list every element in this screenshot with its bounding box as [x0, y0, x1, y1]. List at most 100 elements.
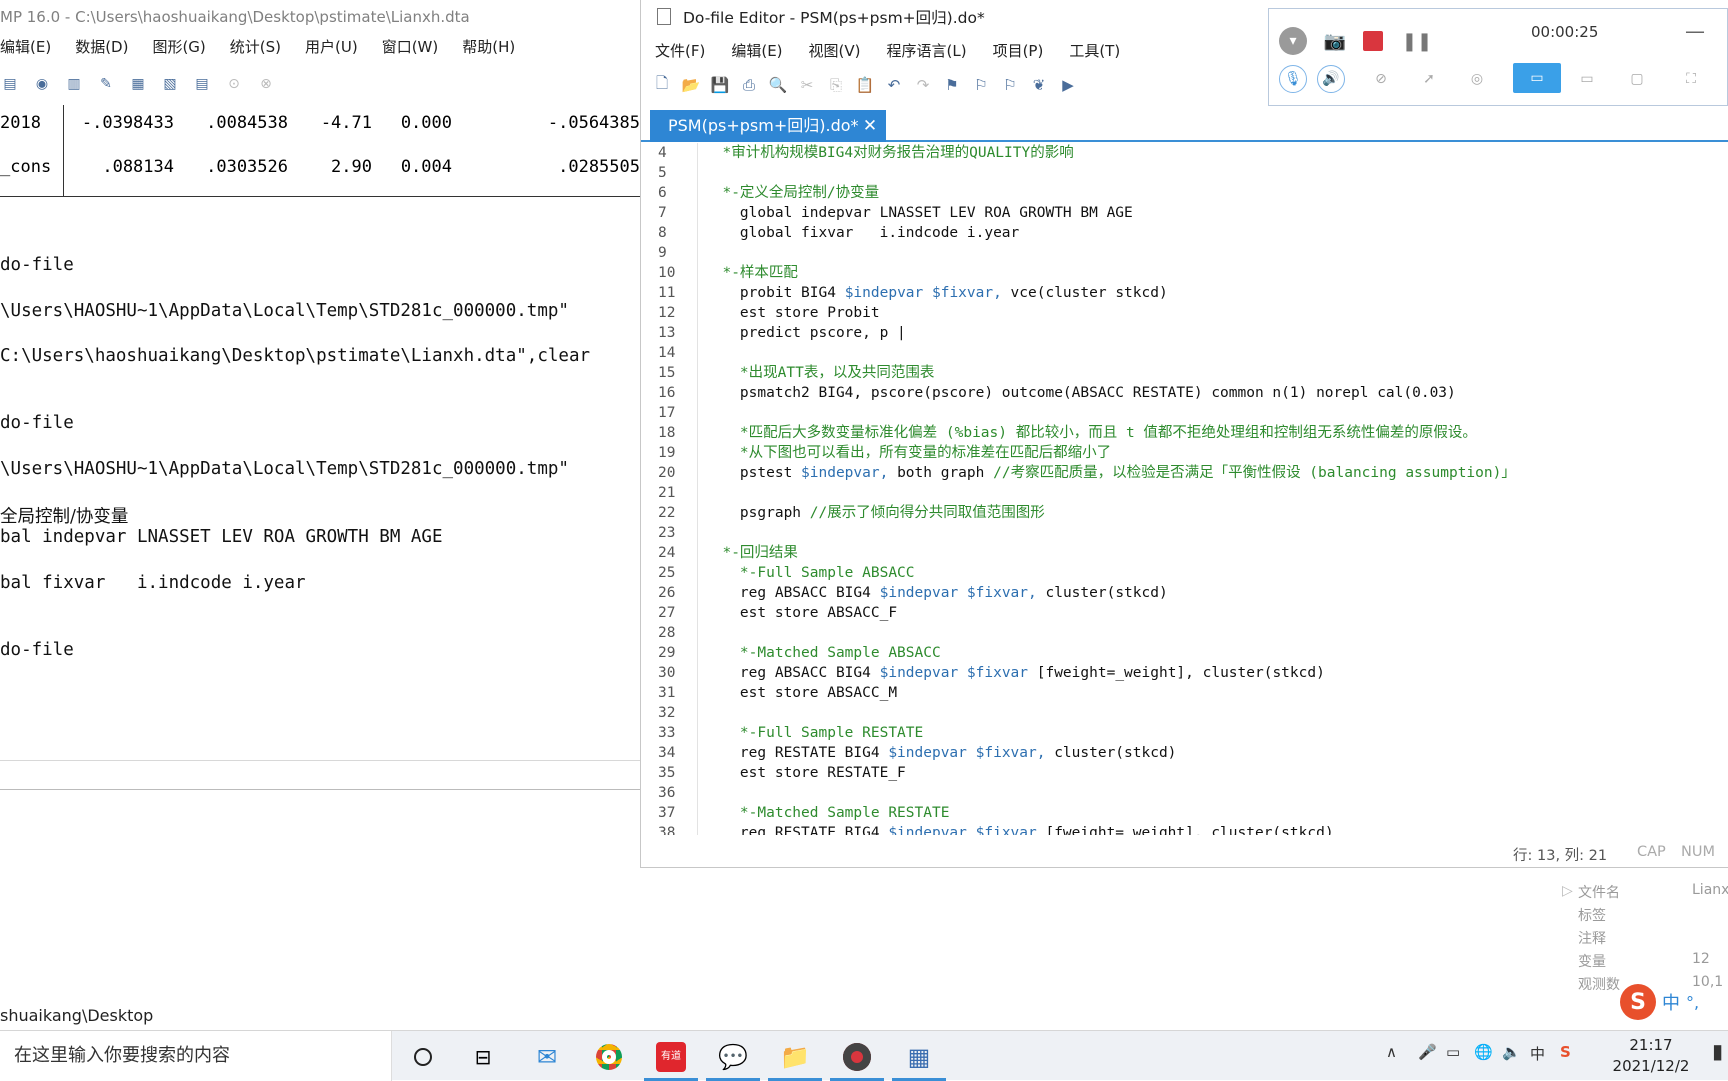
punctuation-icon[interactable]: °, — [1686, 993, 1699, 1012]
monitor-icon[interactable]: ▭ — [1573, 65, 1601, 93]
table-cell-coef: .088134 — [102, 157, 174, 177]
close-icon[interactable]: ✕ — [860, 110, 880, 142]
clock-date: 2021/12/2 — [1612, 1057, 1690, 1075]
network-icon[interactable]: 🌐 — [1474, 1043, 1493, 1061]
line-number: 5 — [658, 165, 667, 181]
mic-tray-icon[interactable]: 🎤 — [1418, 1043, 1437, 1061]
bookmark-next-icon[interactable]: ⚐ — [999, 75, 1021, 95]
fullscreen-icon[interactable]: ⛶ — [1677, 65, 1705, 93]
line-text: reg RESTATE BIG4 $indepvar $fixvar, clus… — [705, 743, 1177, 763]
screen-region-icon[interactable]: ▭ — [1513, 63, 1561, 93]
line-text: est store ABSACC_F — [705, 603, 897, 623]
stata-menu-item[interactable]: 统计(S) — [230, 36, 281, 64]
cursor-icon[interactable]: ➚ — [1415, 65, 1443, 93]
code-token: //展示了倾向得分共同取值范围图形 — [809, 505, 1045, 521]
stata-menu-item[interactable]: 图形(G) — [152, 36, 205, 64]
code-token: [fweight=_weight], cluster(stkcd) — [1028, 665, 1325, 681]
print-icon[interactable]: ⎙ — [738, 75, 760, 95]
stata-menu-item[interactable]: 编辑(E) — [0, 36, 51, 64]
data-browser-icon[interactable]: ▧ — [160, 74, 180, 94]
stata-menu-item[interactable]: 窗口(W) — [382, 36, 439, 64]
cortana-icon[interactable] — [396, 1035, 450, 1081]
copy-icon[interactable]: ⎘ — [825, 75, 847, 95]
find-icon[interactable]: 🔍 — [767, 75, 789, 95]
minimize-button[interactable]: — — [1685, 19, 1705, 43]
line-number: 20 — [658, 465, 676, 481]
webcam-icon[interactable]: ◎ — [1463, 65, 1491, 93]
log-icon[interactable]: ▤ — [0, 74, 20, 94]
system-clock[interactable]: 21:17 2021/12/2 — [1606, 1035, 1696, 1077]
property-value: 12 — [1692, 951, 1710, 967]
volume-icon[interactable]: 🔈 — [1502, 1043, 1521, 1061]
open-folder-icon[interactable]: 📂 — [680, 75, 702, 95]
more-icon[interactable]: ⊙ — [224, 74, 244, 94]
undo-icon[interactable]: ↶ — [883, 75, 905, 95]
show-hidden-icons[interactable]: ∧ — [1386, 1043, 1397, 1061]
wechat-icon[interactable]: 💬 — [706, 1035, 760, 1081]
viewer-icon[interactable]: ◉ — [32, 74, 52, 94]
editor-menu-item[interactable]: 视图(V) — [809, 40, 861, 66]
notifications-icon[interactable]: ▮ — [1712, 1039, 1723, 1063]
youdao-icon[interactable]: 有道 — [644, 1035, 698, 1081]
sogou-tray-icon[interactable]: S — [1560, 1043, 1571, 1061]
stata-menu-item[interactable]: 用户(U) — [305, 36, 358, 64]
redo-icon[interactable]: ↷ — [912, 75, 934, 95]
chrome-icon[interactable] — [582, 1035, 636, 1081]
code-token: *-Full Sample RESTATE — [705, 725, 924, 741]
line-text: est store ABSACC_M — [705, 683, 897, 703]
code-token: est store ABSACC_M — [705, 685, 898, 701]
new-file-icon[interactable]: 🗋 — [651, 74, 673, 95]
expand-chevron-icon[interactable]: ▷ — [1562, 883, 1573, 899]
mail-icon[interactable]: ✉ — [520, 1035, 574, 1081]
line-number: 35 — [658, 765, 676, 781]
stata-menu-item[interactable]: 帮助(H) — [462, 36, 515, 64]
data-editor-icon[interactable]: ▦ — [128, 74, 148, 94]
tab-psm-dofile[interactable]: PSM(ps+psm+回归).do* ✕ — [650, 110, 886, 142]
variables-manager-icon[interactable]: ▤ — [192, 74, 212, 94]
code-token: probit BIG4 — [705, 285, 845, 301]
editor-menu-item[interactable]: 工具(T) — [1069, 40, 1120, 66]
editor-menu-item[interactable]: 项目(P) — [993, 40, 1044, 66]
execute-icon[interactable]: ▶ — [1057, 75, 1079, 95]
recorder-app-icon[interactable] — [830, 1035, 884, 1081]
file-explorer-icon[interactable]: 📁 — [768, 1035, 822, 1081]
battery-icon[interactable]: ▭ — [1446, 1043, 1460, 1061]
ime-mode[interactable]: 中 — [1662, 989, 1680, 1015]
pause-icon[interactable]: ❚❚ — [1402, 27, 1432, 55]
editor-menu-item[interactable]: 文件(F) — [655, 40, 705, 66]
speaker-icon[interactable]: 🔊 — [1317, 65, 1345, 93]
sogou-logo-icon[interactable]: S — [1620, 984, 1656, 1020]
camera-icon[interactable]: 📷 — [1321, 27, 1349, 55]
command-input[interactable] — [0, 760, 640, 790]
code-editor[interactable]: 4 *审计机构规模BIG4对财务报告治理的QUALITY的影响 5 6 *-定义全局… — [641, 143, 1728, 835]
break-icon[interactable]: ⊗ — [256, 74, 276, 94]
bookmark-prev-icon[interactable]: ⚐ — [970, 75, 992, 95]
stata-menu-item[interactable]: 数据(D) — [75, 36, 128, 64]
table-row: 2018 -.0398433 .0084538 -4.71 0.000 -.0564385 — [0, 113, 640, 139]
collapse-icon[interactable]: ▾ — [1279, 27, 1307, 55]
window-icon[interactable]: ▢ — [1623, 65, 1651, 93]
camera-off-icon[interactable]: ⊘ — [1367, 65, 1395, 93]
editor-menu-item[interactable]: 程序语言(L) — [887, 40, 967, 66]
code-token: $indepvar, — [801, 465, 889, 481]
stop-record-button[interactable] — [1363, 31, 1383, 51]
ime-tray-icon[interactable]: 中 — [1530, 1043, 1545, 1064]
line-number: 9 — [658, 245, 667, 261]
taskbar: 在这里输入你要搜索的内容 ⊟ ✉ 有道 💬 📁 ▦ ∧ 🎤 ▭ 🌐 🔈 中 S … — [0, 1030, 1728, 1081]
taskbar-search[interactable]: 在这里输入你要搜索的内容 — [0, 1031, 392, 1081]
graph-icon[interactable]: ▥ — [64, 74, 84, 94]
show-whitespace-icon[interactable]: ❦ — [1028, 75, 1050, 95]
editor-menu-item[interactable]: 编辑(E) — [731, 40, 782, 66]
clock-time: 21:17 — [1629, 1036, 1673, 1054]
cut-icon[interactable]: ✂ — [796, 75, 818, 95]
bookmark-toggle-icon[interactable]: ⚑ — [941, 75, 963, 95]
microphone-icon[interactable]: 🎙 — [1279, 65, 1307, 93]
dofile-editor-icon[interactable]: ✎ — [96, 74, 116, 94]
line-text: *-定义全局控制/协变量 — [705, 183, 879, 203]
stata-app-icon[interactable]: ▦ — [892, 1035, 946, 1081]
paste-icon[interactable]: 📋 — [854, 75, 876, 95]
save-icon[interactable]: 💾 — [709, 75, 731, 95]
cursor-position: 行: 13, 列: 21 — [1513, 848, 1608, 864]
task-view-icon[interactable]: ⊟ — [456, 1035, 510, 1081]
line-text: *匹配后大多数变量标准化偏差 (%bias) 都比较小，而且 t 值都不拒绝处理… — [705, 423, 1477, 443]
